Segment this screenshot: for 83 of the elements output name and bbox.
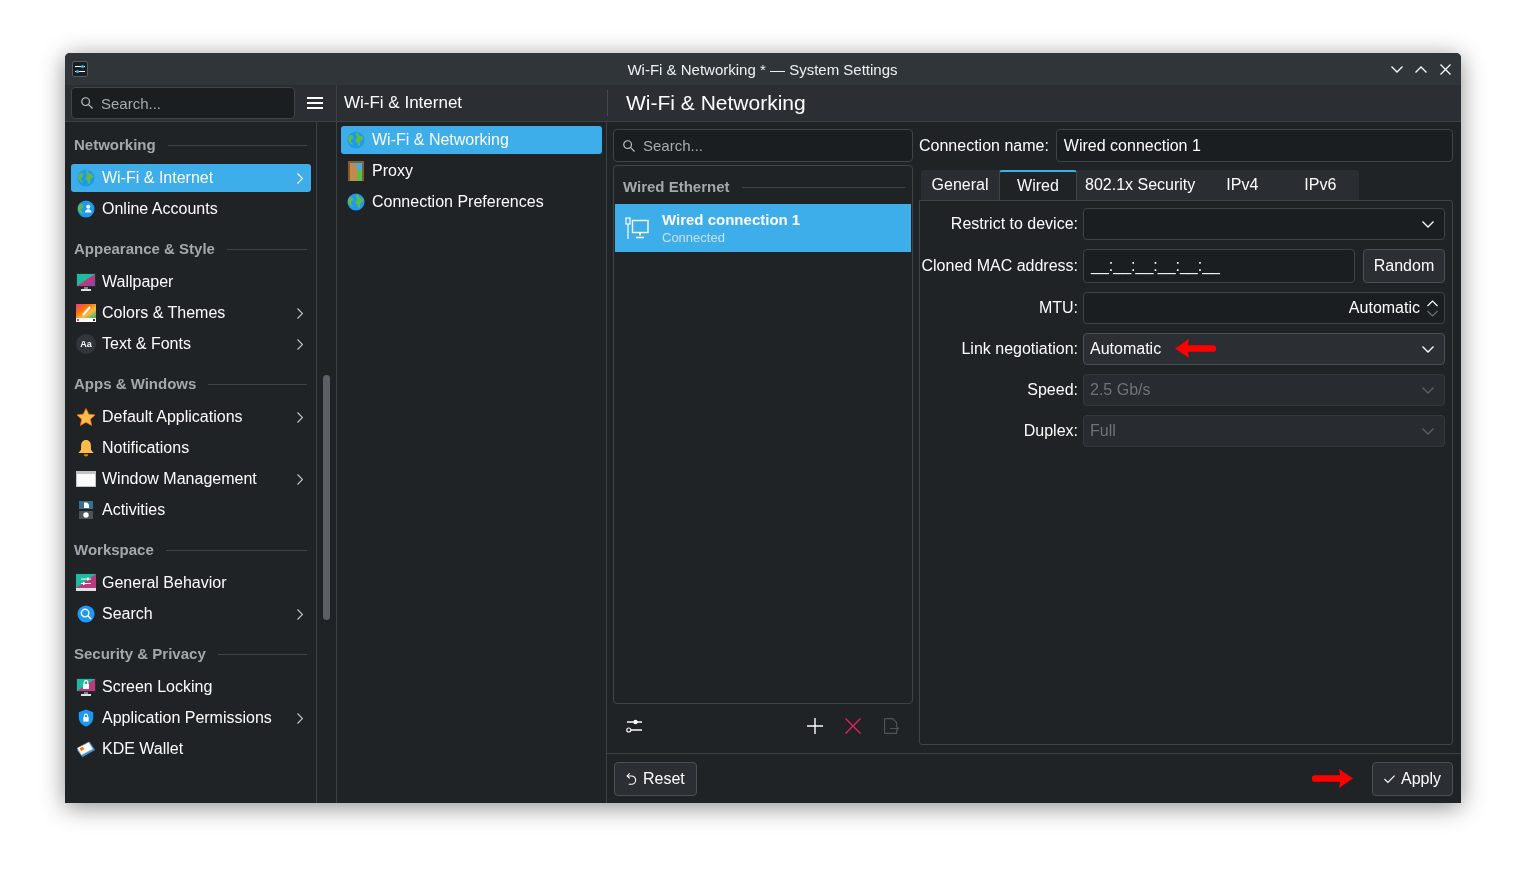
door-icon (348, 161, 364, 181)
close-icon (1439, 63, 1451, 75)
field-label: Cloned MAC address: (920, 257, 1078, 275)
document-arrow-icon (883, 718, 899, 734)
chevron-down-icon (1422, 220, 1434, 228)
spin-box[interactable]: Automatic (1083, 292, 1445, 324)
tab[interactable]: General (921, 170, 999, 200)
tab[interactable]: IPv6 (1281, 170, 1360, 200)
section-heading: Apps & Windows (74, 374, 197, 394)
sliders-icon (625, 719, 643, 733)
search-icon (76, 605, 96, 623)
reset-button[interactable]: Reset (614, 761, 697, 796)
search-field[interactable]: Search... (71, 87, 295, 119)
sidebar-item[interactable]: Search (71, 600, 311, 628)
combo-box[interactable]: Automatic (1083, 333, 1445, 365)
globe-icon (346, 131, 366, 149)
sidebar-item[interactable]: Default Applications (71, 403, 311, 431)
globe-icon (76, 169, 96, 187)
plus-icon (807, 718, 823, 734)
sidebar-item[interactable]: General Behavior (71, 569, 311, 597)
search-icon (81, 97, 93, 109)
module-item[interactable]: Connection Preferences (341, 188, 602, 216)
field-label: MTU: (1037, 299, 1078, 317)
sidebar-item[interactable]: Screen Locking (71, 673, 311, 701)
connection-name: Wired connection 1 (662, 210, 801, 229)
wallet-icon (76, 740, 96, 758)
mac-address-field[interactable]: __:__:__:__:__:__ (1083, 249, 1355, 283)
window-icon (76, 470, 96, 488)
chevron-down-icon (1422, 427, 1434, 435)
sidebar-item[interactable]: Aa Text & Fonts (71, 330, 311, 358)
field-label: Restrict to device: (949, 215, 1078, 233)
window-title: Wi-Fi & Networking * — System Settings (627, 60, 898, 78)
color-palette-icon (76, 304, 96, 322)
sidebar-item[interactable]: Activities (71, 496, 311, 524)
section-heading: Security & Privacy (74, 644, 206, 664)
search-icon (623, 139, 635, 152)
tab[interactable]: IPv4 (1203, 170, 1282, 200)
sidebar-item[interactable]: Window Management (71, 465, 311, 493)
scrollbar-thumb[interactable] (323, 375, 330, 620)
module-item[interactable]: Proxy (341, 157, 602, 185)
tab[interactable]: Wired (999, 170, 1077, 200)
bell-icon (76, 439, 96, 457)
font-icon: Aa (76, 334, 96, 354)
tab[interactable]: 802.1x Security (1077, 170, 1204, 200)
sidebar-item[interactable]: Colors & Themes (71, 299, 311, 327)
star-icon (76, 408, 96, 426)
section-heading: Workspace (74, 540, 154, 560)
chevron-down-icon (1391, 65, 1403, 73)
sliders-monitor-icon (76, 574, 96, 592)
chevron-up-icon (1415, 65, 1427, 73)
activities-icon (76, 501, 96, 519)
monitor-lock-icon (76, 678, 96, 696)
sliders-icon[interactable] (72, 61, 88, 77)
sidebar-item[interactable]: Application Permissions (71, 704, 311, 732)
cross-icon (845, 718, 861, 734)
monitor-icon (76, 273, 96, 291)
page-title: Wi-Fi & Networking (625, 91, 806, 115)
wired-computer-icon (625, 217, 649, 239)
connection-name-field[interactable]: Wired connection 1 (1055, 129, 1453, 162)
chevron-down-icon (1422, 386, 1434, 394)
globe-icon (346, 193, 366, 211)
sidebar-item[interactable]: Wallpaper (71, 268, 311, 296)
sidebar-item[interactable]: Online Accounts (71, 195, 311, 223)
section-heading: Wired Ethernet (623, 178, 730, 196)
section-heading: Networking (74, 135, 156, 155)
field-label: Connection name: (919, 136, 1049, 155)
apply-button[interactable]: Apply (1371, 761, 1453, 796)
field-label: Link negotiation: (960, 340, 1078, 358)
module-title: Wi-Fi & Internet (344, 93, 463, 113)
sidebar-item[interactable]: KDE Wallet (71, 735, 311, 763)
undo-icon (626, 772, 637, 785)
sidebar-item[interactable]: Notifications (71, 434, 311, 462)
section-heading: Appearance & Style (74, 239, 215, 259)
field-label: Speed: (1026, 381, 1078, 399)
globe-person-icon (76, 200, 96, 218)
close-button[interactable] (1437, 61, 1453, 77)
search-field[interactable]: Search... (613, 129, 913, 162)
field-label: Duplex: (1022, 422, 1078, 440)
connection-status: Connected (662, 229, 726, 246)
menu-icon (307, 97, 323, 109)
chevron-down-icon (1422, 345, 1434, 353)
random-button[interactable]: Random (1363, 249, 1445, 283)
shield-lock-icon (76, 709, 96, 727)
